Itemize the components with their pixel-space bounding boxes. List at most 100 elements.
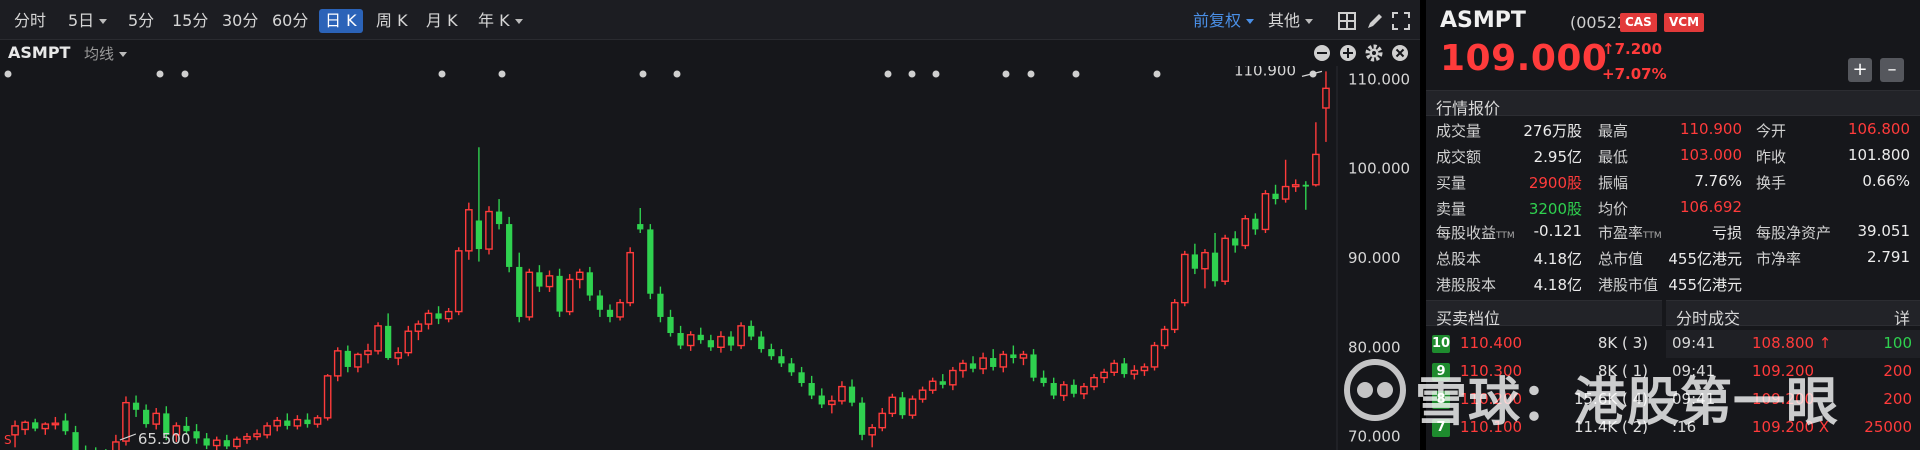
watermark-text: 雪球：港股第一眼 — [1415, 373, 1840, 433]
candle-body — [1019, 353, 1028, 359]
other-dropdown[interactable]: 其他 — [1268, 9, 1314, 33]
candle-body — [1140, 366, 1149, 372]
fund-label: 港股股本 — [1436, 276, 1497, 294]
candle-body — [1130, 369, 1139, 375]
candle-body — [737, 325, 745, 347]
quote-value: 106.800 — [1847, 120, 1910, 138]
quote-label: 振幅 — [1598, 174, 1629, 192]
candle-body — [748, 325, 755, 337]
event-marker-icon[interactable] — [498, 70, 506, 78]
event-marker-icon[interactable] — [1027, 70, 1035, 78]
candle-body — [394, 351, 403, 359]
tick-volume: 200 — [1883, 362, 1912, 380]
candle-body — [414, 323, 423, 332]
quote-value: 101.800 — [1847, 146, 1910, 164]
collapse-button[interactable]: – — [1880, 58, 1904, 82]
period-tab-15min[interactable]: 15分 — [168, 9, 212, 33]
quote-value: 110.900 — [1679, 120, 1742, 138]
adjust-dropdown[interactable]: 前复权 — [1193, 9, 1255, 33]
candle-body — [323, 375, 332, 419]
candle-body — [818, 395, 825, 405]
grid-layout-icon[interactable] — [1336, 10, 1358, 32]
candle-body — [1191, 254, 1198, 269]
price-change: ↑7.200 — [1602, 40, 1662, 58]
ticks-detail-button[interactable]: 详 — [1894, 305, 1910, 329]
arrow-up-icon: ↑ — [1602, 40, 1615, 58]
candle-body — [313, 417, 322, 425]
candle-body — [1241, 218, 1250, 247]
candle-body — [848, 386, 856, 403]
period-tab-yearly[interactable]: 年 K — [474, 9, 527, 33]
event-marker-icon[interactable] — [1002, 70, 1010, 78]
candle-body — [444, 310, 453, 320]
gear-icon[interactable] — [1364, 43, 1384, 63]
period-tab-daily[interactable]: 日 K — [319, 9, 363, 33]
close-icon[interactable] — [1390, 43, 1410, 63]
quote-section-title: 行情报价 — [1436, 99, 1501, 118]
period-tab-5day[interactable]: 5日 — [64, 9, 111, 33]
fund-label: 市净率 — [1756, 250, 1802, 268]
quote-value: 103.000 — [1679, 146, 1742, 164]
candle-body — [1201, 251, 1209, 270]
candle-body — [122, 401, 130, 442]
event-marker-icon[interactable] — [4, 70, 12, 78]
candle-body — [596, 295, 604, 310]
period-tab-intraday[interactable]: 分时 — [10, 9, 50, 33]
indicator-dropdown[interactable]: 均线 — [84, 43, 128, 64]
event-marker-icon[interactable] — [438, 70, 446, 78]
fullscreen-icon[interactable] — [1390, 10, 1412, 32]
candle-body — [143, 409, 150, 425]
candle-body — [243, 435, 251, 440]
quote-label: 成交额 — [1436, 148, 1482, 166]
tick-row: 09:41 108.800 ↑ 100 — [1666, 330, 1920, 358]
event-marker-icon[interactable] — [884, 70, 892, 78]
candle-body — [575, 271, 584, 281]
period-tab-5min[interactable]: 5分 — [124, 9, 158, 33]
candle-body — [979, 357, 987, 370]
event-marker-icon[interactable] — [639, 70, 647, 78]
candle-body — [899, 397, 906, 416]
event-marker-icon[interactable] — [181, 70, 189, 78]
candlestick-chart[interactable]: 110.000 100.000 90.000 80.000 70.000 110.900 6… — [0, 66, 1420, 450]
draw-pen-icon[interactable] — [1364, 10, 1386, 32]
candle-body — [435, 313, 442, 319]
zoom-out-icon[interactable] — [1312, 43, 1332, 63]
candle-body — [626, 251, 634, 304]
quote-value: 106.692 — [1679, 198, 1742, 216]
price-change-value: 7.200 — [1614, 40, 1663, 58]
candle-body — [858, 402, 866, 435]
fund-value: 2.791 — [1867, 248, 1910, 266]
candle-body — [1170, 301, 1179, 331]
candle-body — [41, 423, 50, 430]
period-tab-monthly[interactable]: 月 K — [422, 9, 462, 33]
fund-label: 港股市值 — [1598, 276, 1659, 294]
period-tab-weekly[interactable]: 周 K — [372, 9, 412, 33]
zoom-in-icon[interactable] — [1338, 43, 1358, 63]
candle-body — [686, 334, 695, 347]
candle-body — [1070, 384, 1077, 394]
orderbook-title: 买卖档位 — [1436, 309, 1501, 328]
fund-value: 亏损 — [1711, 224, 1742, 242]
candle-body — [1080, 385, 1088, 395]
add-watchlist-button[interactable]: + — [1848, 58, 1872, 82]
event-marker-icon[interactable] — [932, 70, 940, 78]
candle-body — [354, 353, 362, 368]
candle-body — [152, 412, 161, 425]
event-marker-icon[interactable] — [156, 70, 164, 78]
quote-label: 最低 — [1598, 148, 1629, 166]
event-marker-icon[interactable] — [908, 70, 916, 78]
period-tab-30min[interactable]: 30分 — [218, 9, 262, 33]
period-tab-60min[interactable]: 60分 — [268, 9, 312, 33]
candle-body — [606, 309, 614, 317]
corner-marker-label: S — [4, 433, 12, 447]
event-marker-icon[interactable] — [1153, 70, 1161, 78]
quote-value: 2900股 — [1528, 174, 1582, 192]
event-marker-icon[interactable] — [1072, 70, 1080, 78]
quote-value: 2.95亿 — [1533, 148, 1582, 166]
quote-label: 最高 — [1598, 122, 1629, 140]
tick-price: 108.800 ↑ — [1752, 334, 1832, 352]
fund-label: 总股本 — [1436, 250, 1482, 268]
event-marker-icon[interactable] — [673, 70, 681, 78]
orderbook-row[interactable]: 10 110.400 8K ( 3) — [1426, 330, 1662, 358]
ticks-header: 分时成交 详 — [1666, 300, 1920, 329]
